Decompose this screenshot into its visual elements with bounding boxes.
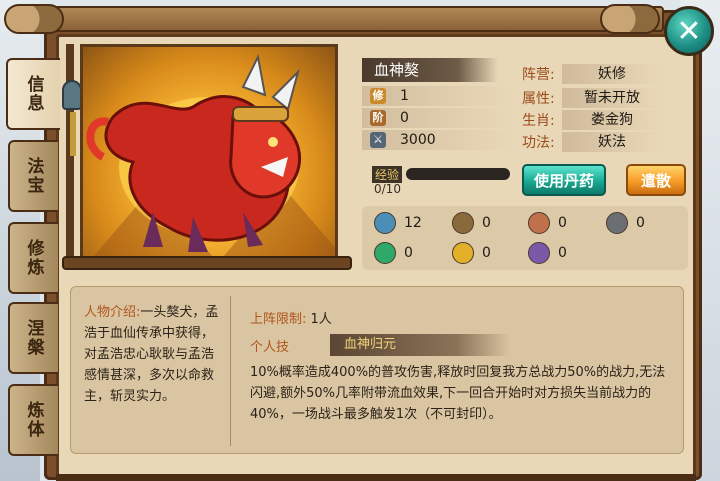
tassel-icon (70, 112, 76, 156)
equipment-slot[interactable]: 0 (452, 242, 530, 264)
equipment-slot[interactable]: 0 (528, 212, 606, 234)
use-pill-button[interactable]: 使用丹药 (522, 164, 606, 196)
stat-value: 0 (400, 110, 409, 126)
attr-value: 妖法 (562, 132, 662, 152)
green-orb-icon (374, 242, 396, 264)
stat-power: ⚔ 3000 (370, 130, 436, 150)
divider (230, 296, 231, 446)
equipment-slot[interactable]: 0 (452, 212, 530, 234)
equipment-slot[interactable]: 0 (374, 242, 452, 264)
equipment-value: 0 (636, 215, 645, 231)
blood-mastiff-illustration (86, 53, 301, 252)
skill-description: 10%概率造成400%的普攻伤害,释放时回复我方总战力50%的战力,无法闪避,额… (250, 365, 666, 422)
attr-value: 娄金狗 (562, 110, 662, 130)
pet-portrait (80, 44, 338, 260)
exp-value: 0/10 (374, 182, 401, 196)
scroll-ornament-left (4, 4, 64, 34)
frame-top-bar (44, 6, 664, 32)
equipment-slot[interactable]: 0 (528, 242, 606, 264)
dismiss-button[interactable]: 遣散 (626, 164, 686, 196)
tab-info[interactable]: 信息 (6, 58, 60, 130)
stat-value: 1 (400, 88, 409, 104)
equipment-slot[interactable]: 0 (606, 212, 684, 234)
purple-figure-icon (528, 242, 550, 264)
level-icon: 阶 (370, 110, 386, 126)
tab-label: 炼体 (23, 401, 44, 439)
helmet-icon (606, 212, 628, 234)
tab-label: 法宝 (23, 157, 44, 195)
portrait-base (62, 256, 352, 270)
armor-figure-icon (374, 212, 396, 234)
tab-body-refining[interactable]: 炼体 (8, 384, 58, 456)
equipment-value: 0 (482, 245, 491, 261)
attr-label: 阵营: (522, 67, 555, 83)
close-button[interactable]: ✕ (664, 6, 714, 56)
stat-value: 3000 (400, 132, 436, 148)
exp-label: 经验 (372, 166, 403, 183)
attr-label: 生肖: (522, 113, 555, 129)
tab-label: 信息 (23, 75, 44, 113)
gold-badge-icon (452, 242, 474, 264)
attr-value: 妖修 (562, 64, 662, 84)
tab-label: 修炼 (23, 239, 44, 277)
shield-mask-icon (452, 212, 474, 234)
swords-icon: ⚔ (370, 132, 386, 148)
attr-value: 暂未开放 (562, 88, 662, 108)
limit-value: 1人 (310, 312, 332, 327)
skill-label: 个人技 (250, 340, 290, 355)
tab-cultivate[interactable]: 修炼 (8, 222, 58, 294)
tab-treasure[interactable]: 法宝 (8, 140, 58, 212)
skill-name: 血神归元 (330, 334, 510, 356)
beast-face-icon (528, 212, 550, 234)
equipment-value: 0 (558, 245, 567, 261)
tab-nirvana[interactable]: 涅槃 (8, 302, 58, 374)
equipment-value: 0 (482, 215, 491, 231)
stat-cultivation: 修 1 (370, 86, 409, 106)
attr-label: 属性: (522, 91, 555, 107)
stat-level: 阶 0 (370, 108, 409, 128)
bottom-strip (56, 474, 696, 481)
equipment-value: 0 (404, 245, 413, 261)
scroll-ornament-right (600, 4, 660, 34)
close-x-icon: ✕ (676, 13, 702, 49)
bell-icon (62, 80, 82, 110)
equipment-value: 12 (404, 215, 422, 231)
pet-name: 血神獒 (362, 58, 498, 82)
intro-label: 人物介绍: (84, 305, 141, 320)
character-intro: 人物介绍:一头獒犬，孟浩于血仙传承中获得，对孟浩忠心耿耿与孟浩感情甚深，多次以命… (84, 302, 222, 407)
deploy-limit: 上阵限制: 1人 (250, 308, 332, 327)
tab-label: 涅槃 (23, 319, 44, 357)
attr-label: 功法: (522, 135, 555, 151)
equipment-value: 0 (558, 215, 567, 231)
equipment-slot[interactable]: 12 (374, 212, 452, 234)
limit-label: 上阵限制: (250, 312, 307, 327)
exp-progress-bar (406, 168, 510, 180)
cultivation-icon: 修 (370, 88, 386, 104)
